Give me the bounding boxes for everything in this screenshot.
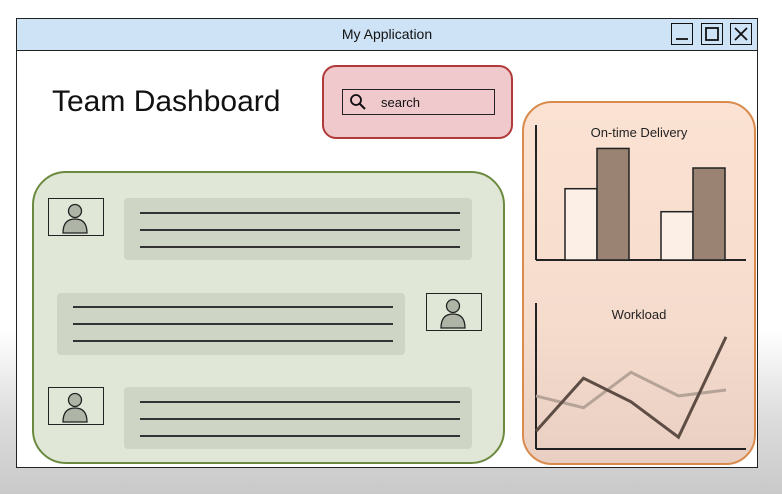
text-line bbox=[140, 418, 460, 420]
list-item[interactable] bbox=[124, 198, 472, 260]
text-line bbox=[73, 340, 393, 342]
text-line bbox=[140, 435, 460, 437]
text-line bbox=[140, 229, 460, 231]
close-icon bbox=[734, 27, 748, 41]
avatar[interactable] bbox=[48, 198, 104, 236]
text-line bbox=[140, 401, 460, 403]
search-icon bbox=[350, 94, 366, 110]
close-button[interactable] bbox=[730, 23, 752, 45]
user-icon bbox=[62, 392, 88, 423]
text-line bbox=[140, 212, 460, 214]
user-icon bbox=[62, 203, 88, 234]
search-panel: search bbox=[322, 65, 513, 139]
avatar[interactable] bbox=[48, 387, 104, 425]
list-item[interactable] bbox=[57, 293, 405, 355]
user-icon bbox=[440, 298, 466, 329]
text-line bbox=[73, 323, 393, 325]
maximize-button[interactable] bbox=[701, 23, 723, 45]
maximize-icon bbox=[705, 27, 719, 41]
search-placeholder: search bbox=[381, 95, 421, 110]
list-item[interactable] bbox=[124, 387, 472, 449]
avatar[interactable] bbox=[426, 293, 482, 331]
team-list-panel bbox=[32, 171, 505, 464]
title-bar[interactable]: My Application bbox=[17, 19, 757, 51]
window-title: My Application bbox=[341, 26, 433, 42]
search-input[interactable]: search bbox=[342, 89, 495, 115]
charts-panel: On-time Delivery Workload bbox=[522, 101, 756, 465]
series-line bbox=[534, 336, 728, 440]
minimize-button[interactable] bbox=[671, 23, 693, 45]
workload-line-chart bbox=[534, 303, 746, 450]
text-line bbox=[73, 306, 393, 308]
page-title: Team Dashboard bbox=[52, 85, 281, 118]
minimize-icon bbox=[676, 38, 688, 40]
app-window: My Application Team Dashboard search On-… bbox=[16, 18, 758, 468]
text-line bbox=[140, 246, 460, 248]
